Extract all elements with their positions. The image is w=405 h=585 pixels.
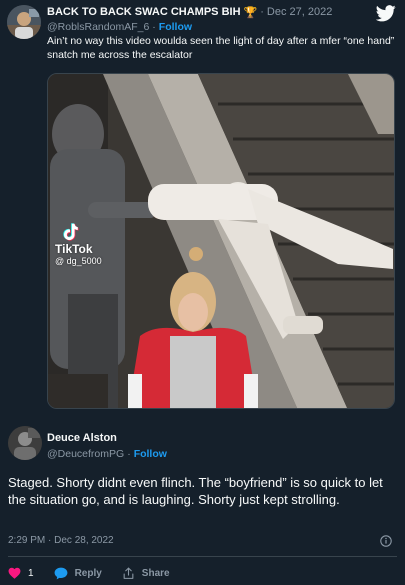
quoted-author-handle[interactable]: @RoblsRandomAF_6 <box>47 21 149 33</box>
tweet-embed: BACK TO BACK SWAC CHAMPS BIH 🏆 · Dec 27,… <box>0 0 405 585</box>
heart-icon <box>8 567 21 579</box>
tiktok-watermark: TikTok @ dg_5000 <box>55 221 102 266</box>
like-button[interactable]: 1 <box>8 567 34 579</box>
reply-tweet: Deuce Alston @DeucefromPG · Follow Stage… <box>0 416 405 585</box>
reply-handle-row: @DeucefromPG · Follow <box>47 447 167 461</box>
tiktok-username: @ dg_5000 <box>55 256 102 266</box>
share-label: Share <box>141 567 170 579</box>
quoted-author-display-name[interactable]: BACK TO BACK SWAC CHAMPS BIH <box>47 6 241 18</box>
quoted-tweet: BACK TO BACK SWAC CHAMPS BIH 🏆 · Dec 27,… <box>0 0 405 416</box>
reply-follow-button[interactable]: Follow <box>134 448 167 460</box>
reply-button[interactable]: Reply <box>54 567 102 580</box>
quoted-author-avatar[interactable] <box>7 5 41 39</box>
reply-author-avatar[interactable] <box>8 426 42 460</box>
quoted-author-name-row: BACK TO BACK SWAC CHAMPS BIH 🏆 · Dec 27,… <box>47 4 332 20</box>
separator-dot: · <box>260 6 264 18</box>
info-icon[interactable] <box>380 535 392 547</box>
tiktok-icon <box>63 223 79 241</box>
separator-dot: · <box>127 448 131 460</box>
tweet-actions: 1 Reply Share <box>8 566 190 580</box>
trophy-emoji: 🏆 <box>243 6 258 19</box>
reply-author-handle[interactable]: @DeucefromPG <box>47 448 124 460</box>
share-button[interactable]: Share <box>122 567 170 580</box>
reply-label: Reply <box>74 567 102 579</box>
quoted-handle-row: @RoblsRandomAF_6 · Follow <box>47 20 192 34</box>
tweet-video[interactable]: TikTok @ dg_5000 <box>47 73 395 409</box>
quoted-tweet-date[interactable]: Dec 27, 2022 <box>267 6 332 18</box>
quoted-follow-button[interactable]: Follow <box>159 21 192 33</box>
reply-timestamp[interactable]: 2:29 PM · Dec 28, 2022 <box>8 535 114 546</box>
tiktok-label: TikTok <box>55 242 93 256</box>
divider <box>8 556 397 557</box>
reply-author-display-name[interactable]: Deuce Alston <box>47 432 117 444</box>
share-icon <box>123 567 134 579</box>
reply-tweet-text: Staged. Shorty didnt even flinch. The “b… <box>8 475 383 507</box>
quoted-tweet-text: Ain’t no way this video woulda seen the … <box>47 35 395 61</box>
like-count: 1 <box>28 567 34 579</box>
separator-dot: · <box>152 21 156 33</box>
speech-bubble-icon <box>54 567 67 579</box>
twitter-bird-icon[interactable] <box>376 5 396 22</box>
